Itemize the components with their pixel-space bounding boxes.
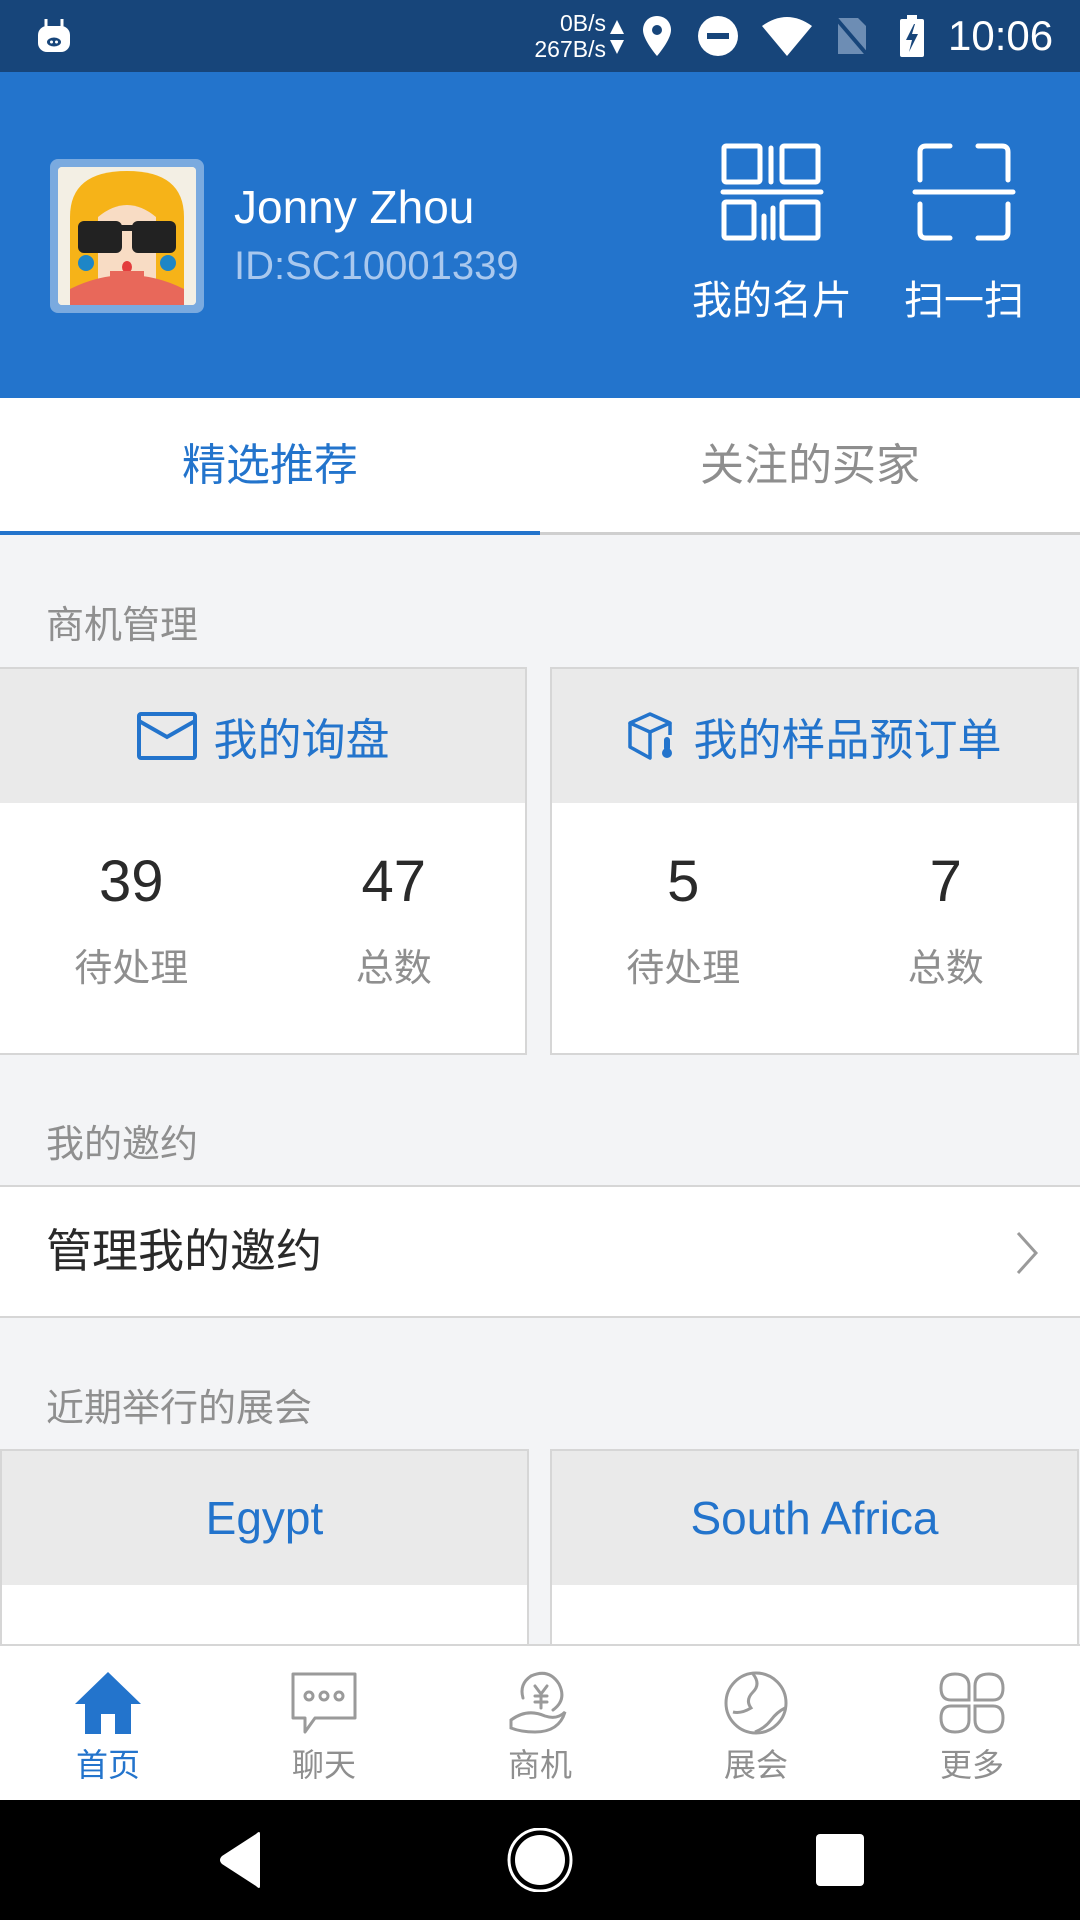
inquiries-title: 我的询盘 — [213, 715, 390, 766]
my-business-card-button[interactable]: 我的名片 — [682, 142, 862, 342]
avatar-image — [58, 167, 196, 305]
inquiries-total-count: 47 — [361, 849, 426, 914]
nav-expos-label: 展会 — [723, 1746, 788, 1784]
sample-orders-pending-count: 5 — [667, 849, 700, 914]
section-label-opportunities: 商机管理 — [46, 603, 199, 647]
inquiries-card-header[interactable]: 我的询盘 — [0, 669, 525, 803]
system-navigation-bar — [0, 1800, 1080, 1920]
business-opportunity-icon — [509, 1671, 567, 1734]
sample-orders-total-count: 7 — [929, 849, 962, 914]
nav-home-label: 首页 — [75, 1746, 140, 1784]
back-icon[interactable] — [200, 1828, 280, 1892]
tab-bar: 精选推荐 关注的买家 — [0, 398, 1080, 535]
home-icon — [75, 1672, 141, 1734]
more-grid-icon — [939, 1672, 1005, 1734]
nav-chat[interactable]: 聊天 — [216, 1646, 432, 1802]
section-label-upcoming-expos: 近期举行的展会 — [46, 1386, 313, 1430]
sample-orders-card-header[interactable]: 我的样品预订单 — [552, 669, 1077, 803]
sample-orders-pending-caption: 待处理 — [626, 946, 741, 990]
sample-box-icon — [627, 712, 672, 760]
tab-indicator-active — [0, 531, 540, 535]
my-business-card-label: 我的名片 — [692, 278, 852, 324]
nav-more[interactable]: 更多 — [864, 1646, 1080, 1802]
chat-icon — [291, 1672, 357, 1734]
recent-apps-icon[interactable] — [800, 1828, 880, 1892]
wifi-icon — [762, 17, 812, 56]
nav-expos[interactable]: 展会 — [648, 1646, 864, 1802]
nav-opportunities[interactable]: 商机 — [432, 1646, 648, 1802]
manage-invitations-row[interactable]: 管理我的邀约 — [0, 1185, 1080, 1318]
sample-orders-total[interactable]: 7 总数 — [815, 803, 1078, 992]
envelope-icon — [136, 712, 197, 760]
chevron-right-icon — [1016, 1231, 1039, 1275]
do-not-disturb-icon — [698, 16, 738, 56]
inquiries-total[interactable]: 47 总数 — [263, 803, 526, 992]
scan-frame-icon — [912, 143, 1016, 241]
sample-orders-card[interactable]: 我的样品预订单 5 待处理 7 总数 — [550, 667, 1079, 1055]
clock: 10:06 — [948, 12, 1054, 59]
upload-speed: 0B/s — [559, 10, 606, 36]
network-speed: 0B/s 267B/s — [516, 10, 606, 62]
globe-icon — [724, 1671, 788, 1735]
expo-card-south-africa[interactable]: South Africa — [550, 1449, 1079, 1649]
nav-home[interactable]: 首页 — [0, 1646, 216, 1802]
manage-invitations-label: 管理我的邀约 — [46, 1224, 322, 1278]
inquiries-card[interactable]: 我的询盘 39 待处理 47 总数 — [0, 667, 527, 1055]
expo-name-south-africa: South Africa — [552, 1451, 1077, 1585]
no-sim-icon — [832, 14, 872, 58]
expo-name-egypt: Egypt — [2, 1451, 527, 1585]
sample-orders-pending[interactable]: 5 待处理 — [552, 803, 815, 992]
location-icon — [643, 16, 671, 56]
sample-orders-title: 我的样品预订单 — [693, 715, 1002, 766]
user-id: ID:SC10001339 — [234, 244, 519, 288]
section-label-invitations: 我的邀约 — [46, 1122, 199, 1166]
bottom-navigation: 首页 聊天 商机 展会 更多 — [0, 1644, 1080, 1800]
nav-more-label: 更多 — [939, 1746, 1004, 1784]
qr-code-icon — [720, 143, 824, 241]
expo-card-egypt[interactable]: Egypt — [0, 1449, 529, 1649]
inquiries-pending[interactable]: 39 待处理 — [0, 803, 263, 992]
avatar[interactable] — [50, 159, 204, 313]
inquiries-pending-count: 39 — [98, 849, 164, 914]
status-bar: 0B/s 267B/s 10:06 — [0, 0, 1080, 72]
data-arrows-icon — [610, 20, 624, 54]
app-notification-icon — [38, 19, 70, 52]
scan-label: 扫一扫 — [904, 278, 1024, 324]
inquiries-total-caption: 总数 — [355, 946, 432, 990]
home-button-icon[interactable] — [500, 1828, 580, 1892]
scan-button[interactable]: 扫一扫 — [874, 142, 1054, 342]
battery-charging-icon — [900, 15, 924, 57]
avatar-illustration-icon — [58, 167, 196, 305]
sample-orders-total-caption: 总数 — [907, 946, 984, 990]
user-name: Jonny Zhou — [234, 181, 475, 233]
app-screen: 0B/s 267B/s 10:06 Jonny Zhou ID:SC100013… — [0, 0, 1080, 1920]
profile-header: Jonny Zhou ID:SC10001339 我的名片 扫一扫 — [0, 72, 1080, 398]
tab-featured[interactable]: 精选推荐 — [0, 398, 540, 535]
tab-followed-buyers[interactable]: 关注的买家 — [540, 398, 1080, 535]
inquiries-pending-caption: 待处理 — [74, 946, 189, 990]
nav-opportunities-label: 商机 — [507, 1746, 572, 1784]
nav-chat-label: 聊天 — [291, 1746, 356, 1784]
download-speed: 267B/s — [534, 36, 606, 62]
